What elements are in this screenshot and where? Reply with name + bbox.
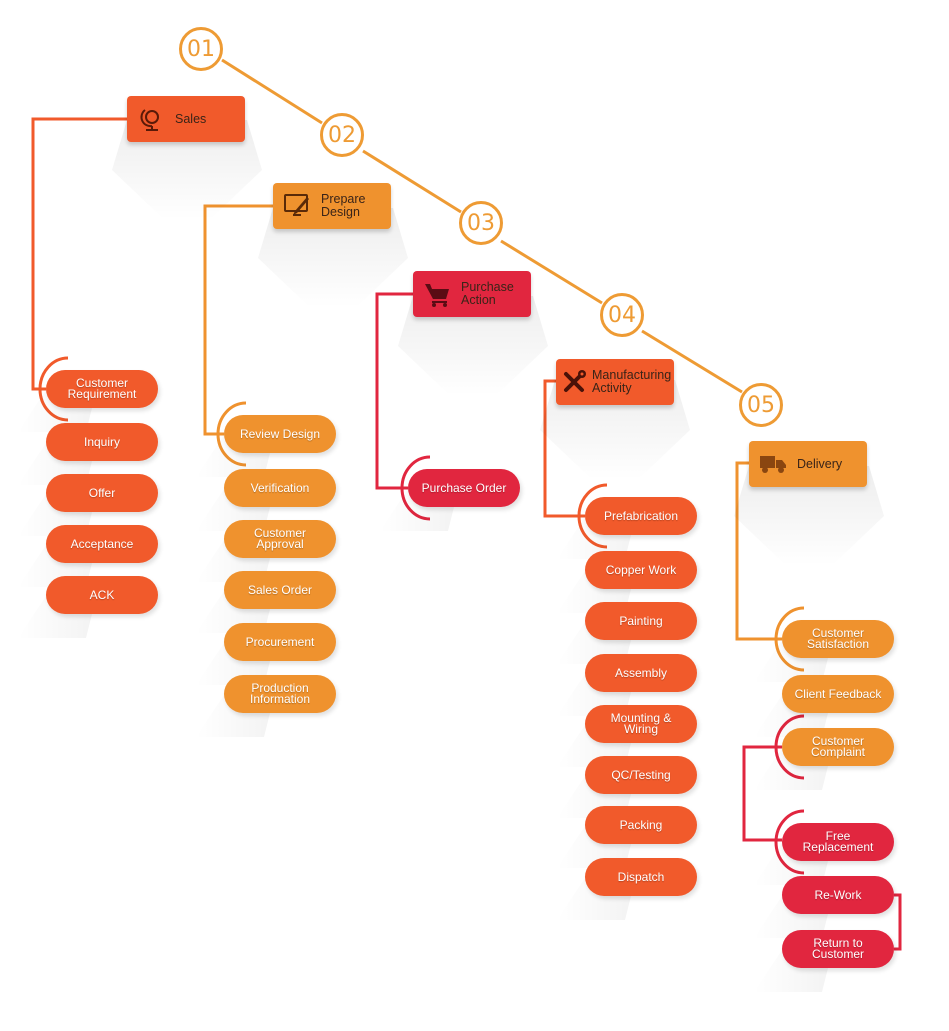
- process-step-pill[interactable]: Procurement: [224, 623, 336, 661]
- process-step-pill[interactable]: Customer Approval: [224, 520, 336, 558]
- stage-title: Manufacturing Activity: [592, 368, 672, 395]
- process-step-pill[interactable]: Client Feedback: [782, 675, 894, 713]
- process-step-pill[interactable]: Painting: [585, 602, 697, 640]
- step-05-marker: 05: [739, 383, 783, 427]
- process-step-pill[interactable]: Production Information: [224, 675, 336, 713]
- process-step-pill[interactable]: Review Design: [224, 415, 336, 453]
- connector-line: [894, 893, 902, 951]
- monitor-pen-icon: [283, 192, 311, 220]
- process-step-pill[interactable]: Mounting & Wiring: [585, 705, 697, 743]
- process-step-pill[interactable]: Verification: [224, 469, 336, 507]
- stage-title: Delivery: [797, 456, 843, 471]
- process-step-pill[interactable]: Inquiry: [46, 423, 158, 461]
- step-04-marker: 04: [600, 293, 644, 337]
- process-step-pill[interactable]: Customer Requirement: [46, 370, 158, 408]
- stage-delivery[interactable]: Delivery: [749, 441, 867, 487]
- process-step-pill[interactable]: Customer Satisfaction: [782, 620, 894, 658]
- cart-icon: [423, 280, 451, 308]
- process-step-pill[interactable]: Assembly: [585, 654, 697, 692]
- connector-line: [31, 117, 127, 391]
- tools-icon: [560, 368, 588, 396]
- step-01-marker: 01: [179, 27, 223, 71]
- stage-purchase-action[interactable]: Purchase Action: [413, 271, 531, 317]
- complaint-step-pill[interactable]: Return to Customer: [782, 930, 894, 968]
- process-step-pill[interactable]: Prefabrication: [585, 497, 697, 535]
- process-step-pill[interactable]: Offer: [46, 474, 158, 512]
- stage-manufacturing-activity[interactable]: Manufacturing Activity: [556, 359, 674, 405]
- stage-prepare-design[interactable]: Prepare Design: [273, 183, 391, 229]
- connector-line: [203, 204, 273, 436]
- step-03-marker: 03: [459, 201, 503, 245]
- process-step-pill[interactable]: ACK: [46, 576, 158, 614]
- truck-icon: [759, 450, 787, 478]
- process-step-pill[interactable]: Packing: [585, 806, 697, 844]
- globe-icon: [137, 105, 165, 133]
- step-02-marker: 02: [320, 113, 364, 157]
- stage-sales[interactable]: Sales: [127, 96, 245, 142]
- process-step-pill[interactable]: Customer Complaint: [782, 728, 894, 766]
- process-step-pill[interactable]: QC/Testing: [585, 756, 697, 794]
- stage-title: Prepare Design: [321, 192, 366, 219]
- process-step-pill[interactable]: Acceptance: [46, 525, 158, 563]
- process-step-pill[interactable]: Sales Order: [224, 571, 336, 609]
- stage-title: Purchase Action: [461, 280, 514, 307]
- process-step-pill[interactable]: Dispatch: [585, 858, 697, 896]
- complaint-step-pill[interactable]: Re-Work: [782, 876, 894, 914]
- stage-title: Sales: [175, 111, 207, 126]
- complaint-step-pill[interactable]: Free Replacement: [782, 823, 894, 861]
- process-step-pill[interactable]: Copper Work: [585, 551, 697, 589]
- process-step-pill[interactable]: Purchase Order: [408, 469, 520, 507]
